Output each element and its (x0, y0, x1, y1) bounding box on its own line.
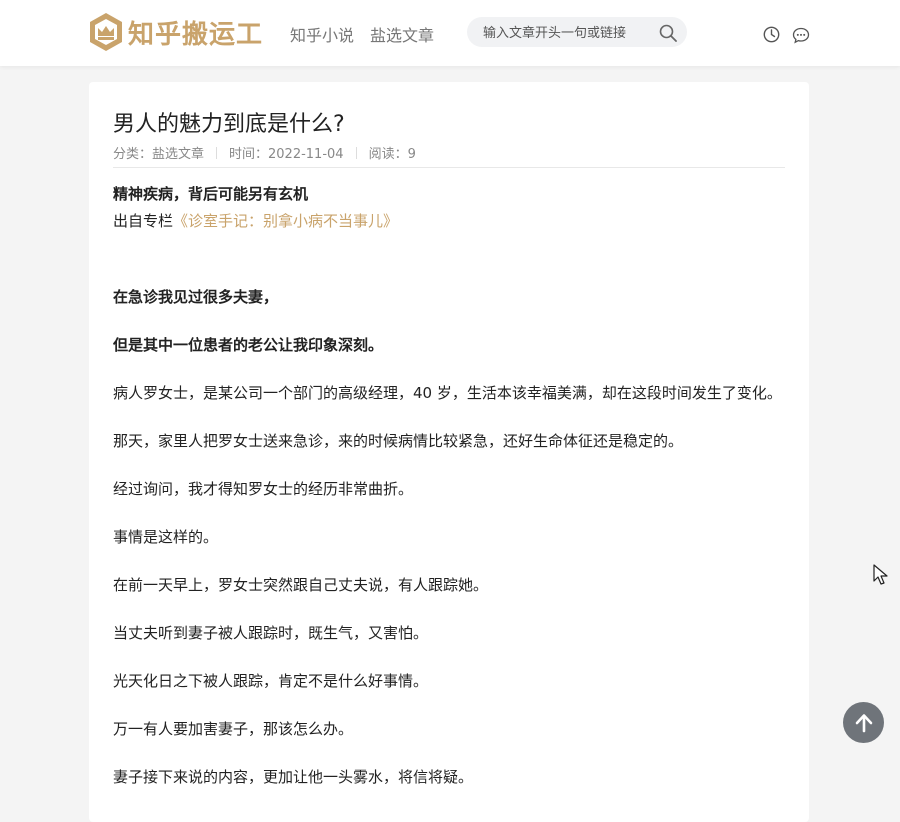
paragraph-list: 在急诊我见过很多夫妻， 但是其中一位患者的老公让我印象深刻。病人罗女士，是某公司一… (113, 281, 785, 793)
article-paragraph: 在前一天早上，罗女士突然跟自己丈夫说，有人跟踪她。 (113, 576, 489, 594)
main-nav: 知乎小说 盐选文章 (290, 22, 434, 46)
article-paragraph: 在急诊我见过很多夫妻， (113, 288, 279, 306)
article-paragraph: 那天，家里人把罗女士送来急诊，来的时候病情比较紧急，还好生命体征还是稳定的。 (113, 432, 684, 450)
nav-item-articles[interactable]: 盐选文章 (370, 22, 434, 46)
article-paragraph: 经过询问，我才得知罗女士的经历非常曲折。 (113, 480, 414, 498)
article-paragraph: 事情是这样的。 (113, 528, 219, 546)
message-icon[interactable] (792, 27, 810, 44)
site-logo[interactable]: 知乎搬运工 (88, 12, 263, 52)
article-body: 精神疾病，背后可能另有玄机 出自专栏《诊室手记：别拿小病不当事儿》 在急诊我见过… (113, 182, 785, 809)
article-paragraph: 妻子接下来说的内容，更加让他一头雾水，将信将疑。 (113, 768, 474, 786)
top-header: 知乎搬运工 知乎小说 盐选文章 (0, 0, 900, 66)
back-to-top-button[interactable] (843, 702, 884, 743)
meta-separator (355, 146, 357, 159)
article-subhead: 精神疾病，背后可能另有玄机 (113, 185, 309, 203)
nav-item-novels[interactable]: 知乎小说 (290, 22, 354, 46)
history-icon[interactable] (763, 26, 780, 43)
article-paragraph: 病人罗女士，是某公司一个部门的高级经理，40 岁，生活本该幸福美满，却在这段时间… (113, 384, 782, 402)
article-meta: 分类：盐选文章 时间：2022-11-04 阅读：9 (113, 143, 416, 162)
meta-time: 时间：2022-11-04 (229, 147, 344, 162)
logo-mark-icon (90, 13, 122, 51)
column-prefix: 出自专栏 (113, 212, 174, 230)
meta-category: 分类：盐选文章 (113, 147, 205, 162)
article-title: 男人的魅力到底是什么? (113, 112, 345, 137)
article-paragraph: 但是其中一位患者的老公让我印象深刻。 (113, 336, 384, 354)
logo-text: 知乎搬运工 (128, 19, 264, 50)
arrow-up-icon (855, 713, 872, 732)
column-source: 出自专栏《诊室手记：别拿小病不当事儿》 (113, 206, 785, 236)
meta-separator (216, 146, 218, 159)
article-paragraph: 万一有人要加害妻子，那该怎么办。 (113, 720, 354, 738)
column-link[interactable]: 《诊室手记：别拿小病不当事儿》 (173, 212, 398, 230)
article-paragraph: 当丈夫听到妻子被人跟踪时，既生气，又害怕。 (113, 624, 429, 642)
mouse-cursor-icon (873, 564, 888, 585)
article-card: 男人的魅力到底是什么? 分类：盐选文章 时间：2022-11-04 阅读：9 精… (89, 82, 809, 822)
search-input[interactable] (481, 17, 655, 49)
search-icon[interactable] (659, 24, 677, 42)
search-box (467, 17, 687, 49)
title-divider (113, 167, 785, 168)
meta-reads: 阅读：9 (368, 147, 416, 162)
article-paragraph: 光天化日之下被人跟踪，肯定不是什么好事情。 (113, 672, 429, 690)
